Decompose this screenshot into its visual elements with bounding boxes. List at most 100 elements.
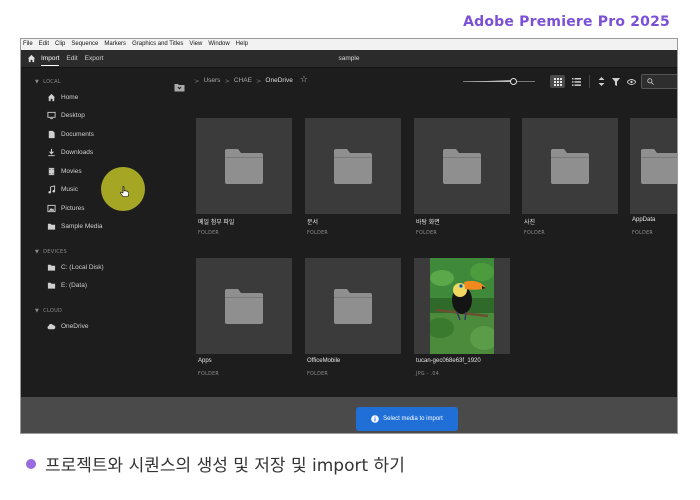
sort-button[interactable] [595, 75, 607, 88]
home-icon [27, 54, 35, 63]
sidebar-item-downloads[interactable]: Downloads [21, 144, 156, 163]
sidebar-item-desktop[interactable]: Desktop [21, 107, 156, 126]
file-tile-image[interactable] [414, 258, 510, 354]
folder-icon [225, 288, 263, 324]
premiere-window: File Edit Clip Sequence Markers Graphics… [20, 38, 678, 434]
menu-edit[interactable]: Edit [39, 39, 49, 50]
folder-icon [334, 148, 372, 184]
menu-markers[interactable]: Markers [104, 39, 126, 50]
sidebar-item-label: Music [61, 186, 78, 194]
hand-cursor-icon [120, 186, 129, 197]
sidebar-item-documents[interactable]: Documents [21, 125, 156, 144]
file-tile-folder[interactable] [414, 118, 510, 214]
filter-button[interactable] [610, 75, 622, 88]
menu-graphics-and-titles[interactable]: Graphics and Titles [132, 39, 183, 50]
breadcrumb-users[interactable]: Users [203, 77, 220, 84]
tab-import[interactable]: Import [41, 52, 60, 66]
sidebar-item-label: Desktop [61, 112, 85, 120]
info-icon [371, 415, 379, 423]
grid-view-button[interactable] [550, 75, 565, 88]
file-name: AppData [632, 217, 656, 223]
file-tile-folder[interactable] [196, 118, 292, 214]
home-button[interactable] [21, 50, 41, 68]
file-name: 바탕 화면 [416, 220, 440, 226]
breadcrumb-onedrive[interactable]: OneDrive [265, 77, 292, 84]
slide-caption: 프로젝트와 시퀀스의 생성 및 저장 및 import 하기 [26, 451, 405, 476]
file-tile-folder[interactable] [305, 118, 401, 214]
sidebar-item-e-drive[interactable]: E: (Data) [21, 277, 156, 296]
sidebar-item-label: Movies [61, 167, 82, 175]
folder-icon [225, 148, 263, 184]
section-devices[interactable]: ▼ DEVICES [21, 246, 156, 258]
sidebar-item-home[interactable]: Home [21, 88, 156, 107]
location-sidebar: ▼ LOCAL Home Desktop Documents Downloads … [21, 68, 156, 399]
tab-export[interactable]: Export [85, 50, 104, 68]
menu-file[interactable]: File [23, 39, 33, 50]
menu-bar: File Edit Clip Sequence Markers Graphics… [21, 39, 677, 50]
breadcrumb-separator-icon: > [224, 76, 230, 85]
preview-button[interactable] [625, 75, 637, 88]
search-input[interactable] [641, 74, 677, 89]
menu-help[interactable]: Help [236, 39, 248, 50]
file-type: FOLDER [524, 231, 546, 236]
file-type: FOLDER [632, 231, 654, 236]
caption-text: 프로젝트와 시퀀스의 생성 및 저장 및 import 하기 [45, 456, 405, 476]
film-icon [46, 166, 56, 176]
sidebar-item-c-drive[interactable]: C: (Local Disk) [21, 258, 156, 277]
project-name: sample [338, 55, 360, 62]
sidebar-item-sample-media[interactable]: Sample Media [21, 218, 156, 237]
image-icon [46, 203, 56, 213]
file-type: FOLDER [198, 372, 220, 377]
eye-icon [626, 78, 636, 85]
sidebar-item-label: Downloads [61, 149, 94, 157]
sidebar-item-onedrive[interactable]: OneDrive [21, 317, 156, 336]
menu-view[interactable]: View [189, 39, 202, 50]
sidebar-item-label: Sample Media [61, 223, 103, 231]
select-media-to-import-button[interactable]: Select media to import [356, 407, 458, 431]
chevron-down-icon: ▼ [35, 249, 40, 255]
sidebar-item-label: OneDrive [61, 322, 89, 330]
section-devices-label: DEVICES [43, 249, 67, 255]
thumbnail-size-slider[interactable] [463, 77, 535, 85]
star-icon[interactable]: ☆ [300, 76, 308, 85]
file-name: 문서 [307, 220, 319, 226]
section-cloud[interactable]: ▼ CLOUD [21, 305, 156, 317]
sidebar-item-label: E: (Data) [61, 282, 88, 290]
folder-icon [641, 148, 677, 184]
breadcrumb-chae[interactable]: CHAE [234, 77, 252, 84]
import-workspace: ▼ LOCAL Home Desktop Documents Downloads … [21, 68, 677, 399]
import-footer: Select media to import [21, 397, 677, 433]
sort-icon [598, 77, 604, 86]
menu-clip[interactable]: Clip [55, 39, 65, 50]
folder-icon [443, 148, 481, 184]
menu-sequence[interactable]: Sequence [71, 39, 98, 50]
list-view-button[interactable] [569, 75, 583, 88]
grid-view-icon [553, 77, 562, 86]
file-type: FOLDER [307, 372, 329, 377]
monitor-icon [46, 111, 56, 121]
cloud-icon [46, 321, 56, 331]
folder-nav-icon[interactable] [174, 77, 185, 96]
file-tile-folder[interactable] [630, 118, 677, 214]
sidebar-item-label: Home [61, 93, 79, 101]
file-browser: > Users > CHAE > OneDrive ☆ 메일 첨부 파일 FOL… [156, 68, 677, 399]
menu-window[interactable]: Window [208, 39, 229, 50]
slider-handle[interactable] [510, 77, 517, 85]
file-type: FOLDER [307, 231, 329, 236]
download-icon [46, 148, 56, 158]
bullet-icon [26, 458, 36, 469]
tab-edit[interactable]: Edit [66, 50, 77, 68]
sidebar-item-label: C: (Local Disk) [61, 263, 104, 271]
filter-icon [612, 77, 620, 86]
file-tile-folder[interactable] [305, 258, 401, 354]
folder-icon [46, 262, 56, 272]
file-tile-folder[interactable] [522, 118, 618, 214]
folder-icon [46, 281, 56, 291]
app-header: Import Edit Export sample [21, 50, 677, 68]
file-tile-folder[interactable] [196, 258, 292, 354]
file-type: FOLDER [416, 231, 438, 236]
import-button-label: Select media to import [383, 416, 443, 422]
section-local[interactable]: ▼ LOCAL [21, 76, 156, 88]
file-name: Apps [198, 358, 212, 364]
browser-toolbar: > Users > CHAE > OneDrive ☆ [156, 68, 677, 94]
